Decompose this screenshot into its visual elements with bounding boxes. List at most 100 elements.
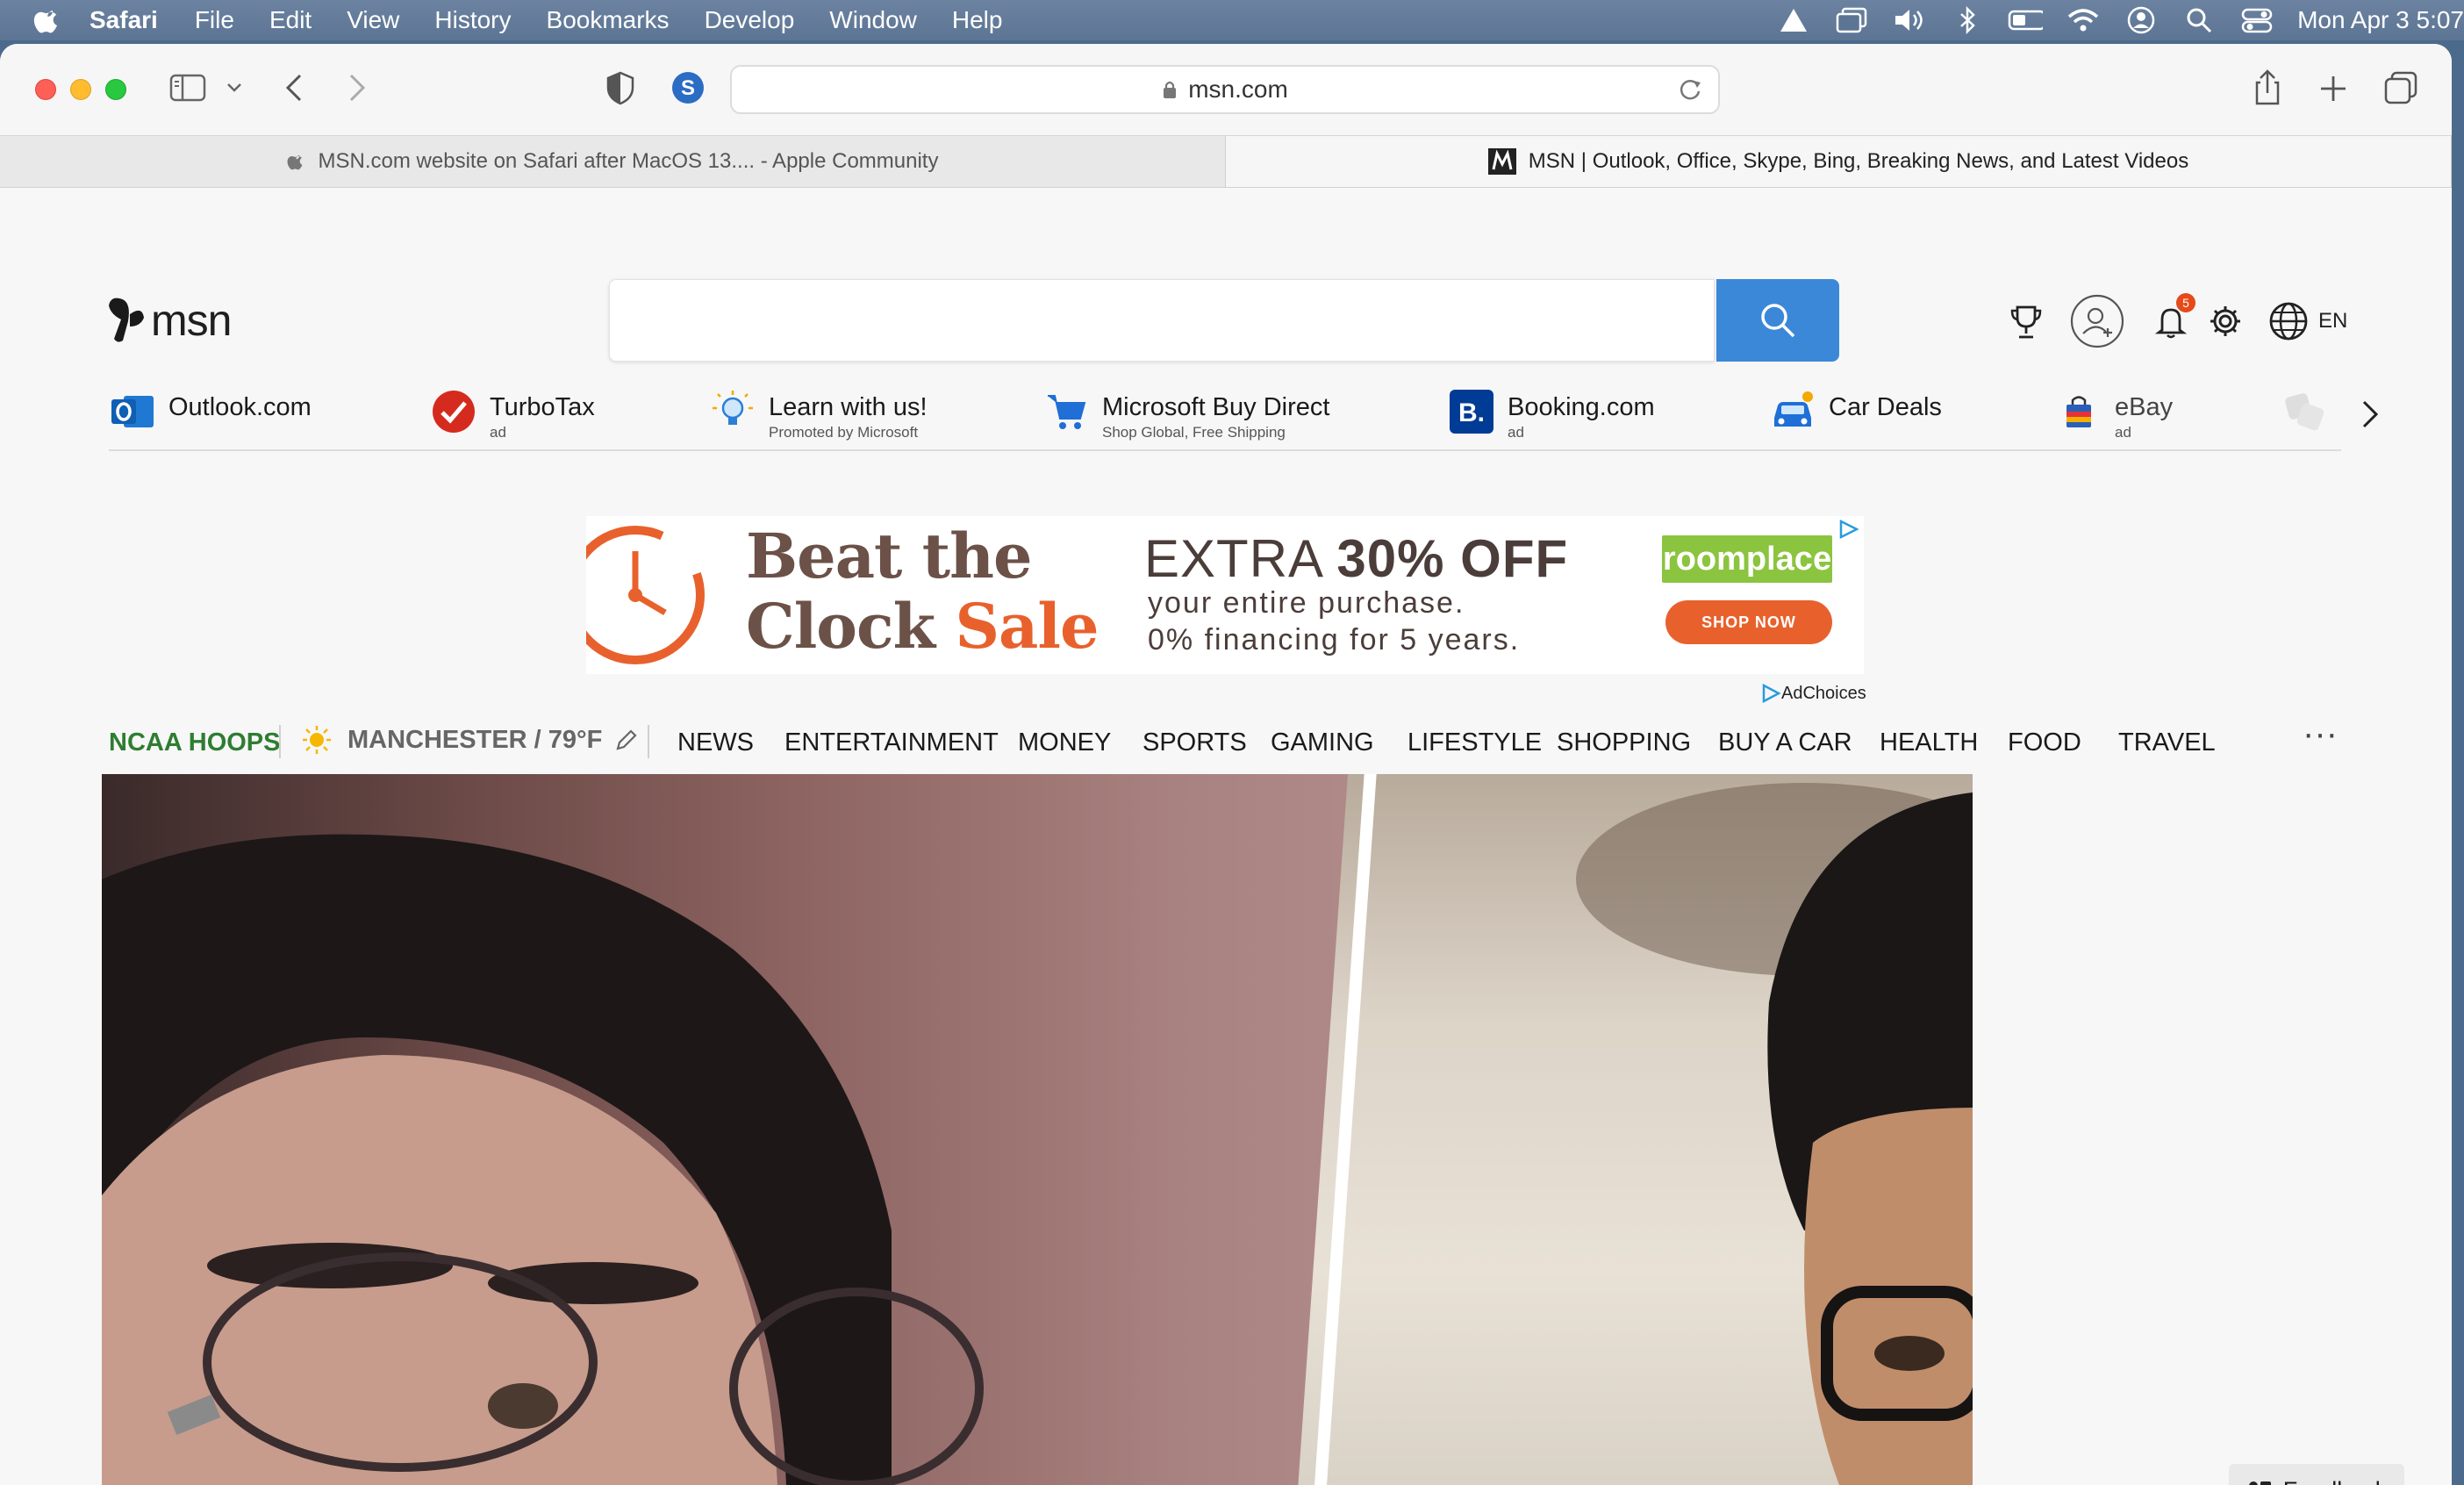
quicklink-outlook[interactable]: Outlook.com <box>109 388 312 451</box>
spotlight-search-icon[interactable] <box>2181 3 2217 38</box>
outlook-icon <box>109 388 156 435</box>
lock-icon <box>1162 79 1178 100</box>
address-bar[interactable]: msn.com <box>730 65 1720 114</box>
language-label[interactable]: EN <box>2318 309 2347 334</box>
quicklink-games[interactable] <box>2280 388 2339 451</box>
car-icon <box>1769 388 1816 435</box>
tab-apple-community[interactable]: MSN.com website on Safari after MacOS 13… <box>0 136 1226 187</box>
tab-bar: MSN.com website on Safari after MacOS 13… <box>0 135 2452 188</box>
menu-safari[interactable]: Safari <box>90 6 158 34</box>
quicklink-car-deals[interactable]: Car Deals <box>1769 388 1942 451</box>
nav-divider <box>279 725 281 758</box>
nav-gaming[interactable]: GAMING <box>1271 728 1374 757</box>
logo-wordmark: msn <box>151 296 232 345</box>
menu-view[interactable]: View <box>347 6 399 34</box>
window-switch-icon[interactable] <box>1834 3 1869 38</box>
nav-divider <box>648 725 649 758</box>
quicklinks-next-chevron-icon[interactable] <box>2357 395 2382 438</box>
share-icon[interactable] <box>2252 68 2283 107</box>
zoom-window-button[interactable] <box>105 79 126 100</box>
close-window-button[interactable] <box>35 79 56 100</box>
menu-history[interactable]: History <box>434 6 511 34</box>
user-account-icon[interactable] <box>2124 3 2159 38</box>
chevron-down-icon[interactable] <box>225 79 244 97</box>
safari-window: S msn.com MSN.com website on Safari afte… <box>0 44 2452 1485</box>
address-url: msn.com <box>1188 75 1288 103</box>
battery-icon[interactable] <box>2008 3 2044 38</box>
menu-edit[interactable]: Edit <box>269 6 312 34</box>
ad-brand-logo: roomplace <box>1662 535 1832 583</box>
nav-money[interactable]: MONEY <box>1018 728 1111 757</box>
msn-favicon-icon <box>1487 148 1516 175</box>
control-center-icon[interactable] <box>2239 3 2274 38</box>
apple-icon[interactable] <box>33 5 63 35</box>
back-arrow-icon[interactable] <box>281 70 307 105</box>
language-globe-icon[interactable] <box>2267 300 2310 342</box>
quicklink-learn[interactable]: Learn with us! Promoted by Microsoft <box>709 388 928 451</box>
menubar-clock[interactable]: Mon Apr 3 5:07 <box>2297 6 2464 34</box>
wifi-icon[interactable] <box>2066 3 2101 38</box>
nav-health[interactable]: HEALTH <box>1880 728 1978 757</box>
volume-icon[interactable] <box>1892 3 1927 38</box>
ad-shop-now-button[interactable]: SHOP NOW <box>1665 600 1832 644</box>
ad-line-2: 0% financing for 5 years. <box>1148 623 1521 656</box>
ad-headline: Beat the Clock Sale <box>746 520 1099 663</box>
sign-in-avatar-icon[interactable] <box>2069 293 2125 349</box>
nav-ncaa-hoops[interactable]: NCAA HOOPS <box>109 728 281 757</box>
clock-icon <box>586 526 705 664</box>
nav-buy-a-car[interactable]: BUY A CAR <box>1718 728 1852 757</box>
search-input[interactable] <box>609 279 1715 362</box>
menu-bookmarks[interactable]: Bookmarks <box>547 6 670 34</box>
rewards-trophy-icon[interactable] <box>2009 304 2043 341</box>
browser-toolbar: S msn.com <box>0 44 2452 135</box>
nav-food[interactable]: FOOD <box>2008 728 2081 757</box>
nav-travel[interactable]: TRAVEL <box>2118 728 2216 757</box>
nav-sports[interactable]: SPORTS <box>1142 728 1247 757</box>
extension-s-icon[interactable]: S <box>670 70 706 105</box>
privacy-shield-icon[interactable] <box>605 70 635 105</box>
hero-image[interactable] <box>102 774 1973 1485</box>
menu-window[interactable]: Window <box>829 6 917 34</box>
vpn-triangle-icon[interactable] <box>1776 3 1811 38</box>
quicklink-ebay[interactable]: eBay ad <box>2055 388 2173 451</box>
quicklink-turbotax[interactable]: TurboTax ad <box>430 388 595 451</box>
menu-develop[interactable]: Develop <box>705 6 795 34</box>
lightbulb-icon <box>709 388 756 435</box>
nav-shopping[interactable]: SHOPPING <box>1557 728 1691 757</box>
adchoices-link[interactable]: AdChoices <box>1760 683 1866 704</box>
nav-entertainment[interactable]: ENTERTAINMENT <box>784 728 999 757</box>
tab-title: MSN.com website on Safari after MacOS 13… <box>318 149 939 173</box>
menu-help[interactable]: Help <box>952 6 1003 34</box>
msn-logo[interactable]: msn <box>105 295 232 346</box>
tab-overview-icon[interactable] <box>2383 70 2418 105</box>
settings-gear-icon[interactable] <box>2208 304 2243 339</box>
ad-banner[interactable]: Beat the Clock Sale EXTRA 30% OFF your e… <box>586 516 1864 674</box>
tab-msn[interactable]: MSN | Outlook, Office, Skype, Bing, Brea… <box>1226 136 2452 187</box>
search-button[interactable] <box>1716 279 1839 362</box>
nav-weather[interactable]: MANCHESTER / 79°F <box>302 725 639 755</box>
forward-arrow-icon[interactable] <box>344 70 370 105</box>
tab-title: MSN | Outlook, Office, Skype, Bing, Brea… <box>1528 149 2189 173</box>
ad-info-triangle-icon[interactable] <box>1839 519 1859 543</box>
sidebar-toggle-icon[interactable] <box>168 72 207 104</box>
nav-lifestyle[interactable]: LIFESTYLE <box>1407 728 1542 757</box>
msn-page: msn 5 EN Outlook.com TurboTax ad Learn w… <box>0 188 2452 1485</box>
feedback-button[interactable]: Feedback <box>2229 1464 2404 1485</box>
nav-more-icon[interactable]: ··· <box>2303 714 2338 754</box>
ad-offer: EXTRA 30% OFF <box>1144 529 1569 588</box>
search-icon <box>1761 304 1795 338</box>
quicklink-microsoft-buy-direct[interactable]: Microsoft Buy Direct Shop Global, Free Sh… <box>1042 388 1329 451</box>
quick-links-bar: Outlook.com TurboTax ad Learn with us! Pro… <box>109 388 2341 451</box>
macos-menubar: Safari File Edit View History Bookmarks … <box>0 0 2464 40</box>
quicklink-booking[interactable]: B. Booking.com ad <box>1448 388 1655 451</box>
edit-pencil-icon[interactable] <box>614 728 639 752</box>
games-dice-icon <box>2280 388 2327 435</box>
nav-news[interactable]: NEWS <box>677 728 754 757</box>
booking-b-icon: B. <box>1448 388 1495 435</box>
butterfly-logo-icon <box>109 298 144 342</box>
minimize-window-button[interactable] <box>70 79 91 100</box>
bluetooth-icon[interactable] <box>1950 3 1985 38</box>
menu-file[interactable]: File <box>195 6 234 34</box>
reload-icon[interactable] <box>1678 77 1702 108</box>
new-tab-plus-icon[interactable] <box>2318 74 2348 104</box>
